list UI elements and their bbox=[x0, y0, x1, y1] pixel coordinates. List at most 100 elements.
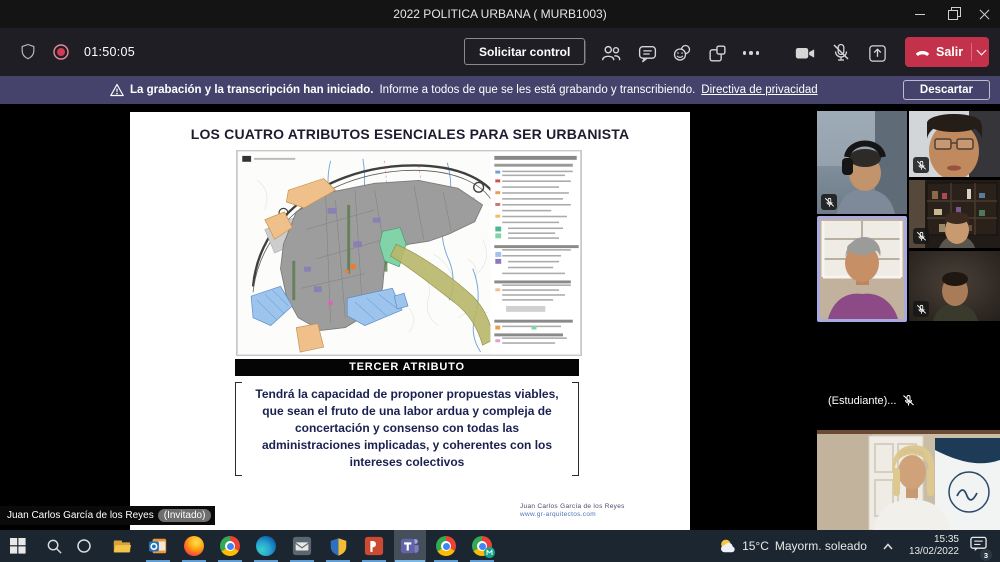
right-bracket bbox=[572, 382, 579, 476]
slide-body-block: Tendrá la capacidad de proponer propuest… bbox=[235, 382, 579, 476]
clock-time: 15:35 bbox=[909, 534, 959, 546]
chrome-button[interactable] bbox=[214, 530, 246, 562]
breakout-rooms-button[interactable] bbox=[706, 42, 728, 64]
people-icon bbox=[600, 42, 622, 64]
banner-content: La grabación y la transcripción han inic… bbox=[110, 76, 818, 104]
slide-body-text: Tendrá la capacidad de proponer propuest… bbox=[247, 386, 567, 471]
firefox-button[interactable] bbox=[178, 530, 210, 562]
dismiss-banner-button[interactable]: Descartar bbox=[903, 80, 990, 100]
request-control-button[interactable]: Solicitar control bbox=[464, 38, 585, 65]
hidden-icons-chevron[interactable] bbox=[881, 541, 895, 552]
banner-headline: La grabación y la transcripción han inic… bbox=[130, 84, 373, 96]
chat-button[interactable] bbox=[636, 42, 658, 64]
meet-badge-icon bbox=[484, 547, 495, 558]
file-explorer-button[interactable] bbox=[106, 530, 138, 562]
powerpoint-icon bbox=[364, 536, 384, 556]
leave-label: Salir bbox=[936, 45, 963, 59]
windows-taskbar: 15°C Mayorm. soleado 15:35 13/02/2022 3 bbox=[0, 530, 1000, 562]
camera-button[interactable] bbox=[794, 42, 816, 64]
leave-button[interactable]: Salir bbox=[905, 37, 989, 67]
defender-button[interactable] bbox=[322, 530, 354, 562]
left-bracket bbox=[235, 382, 242, 476]
windows-icon bbox=[10, 538, 26, 554]
chrome-icon bbox=[220, 536, 240, 556]
meeting-timer: 01:50:05 bbox=[84, 45, 135, 59]
edge-button[interactable] bbox=[250, 530, 282, 562]
video-tile-participant-3[interactable] bbox=[909, 180, 1000, 248]
breakout-rooms-icon bbox=[707, 43, 728, 64]
student-label: (Estudiante)... bbox=[828, 395, 896, 407]
reactions-icon bbox=[671, 42, 693, 64]
active-speaker-video bbox=[820, 219, 904, 319]
recording-banner: La grabación y la transcripción han inic… bbox=[0, 76, 1000, 104]
teams-button-active[interactable] bbox=[394, 530, 426, 562]
cortana-button[interactable] bbox=[68, 530, 100, 562]
close-button[interactable] bbox=[968, 0, 1000, 28]
mail-button[interactable] bbox=[286, 530, 318, 562]
action-center-button[interactable]: 3 bbox=[969, 535, 988, 557]
start-button[interactable] bbox=[2, 530, 34, 562]
system-tray: 15°C Mayorm. soleado 15:35 13/02/2022 3 bbox=[718, 530, 1000, 562]
defender-shield-icon bbox=[329, 537, 348, 556]
mic-off-icon bbox=[830, 42, 852, 64]
search-button[interactable] bbox=[38, 530, 70, 562]
presenter-name: Juan Carlos García de los Reyes bbox=[7, 510, 154, 521]
meet-button[interactable] bbox=[466, 530, 498, 562]
edge-icon bbox=[256, 536, 276, 556]
window-titlebar: 2022 POLITICA URBANA ( MURB1003) bbox=[0, 0, 1000, 28]
teams-meeting-window: 2022 POLITICA URBANA ( MURB1003) 01:50:0… bbox=[0, 0, 1000, 562]
recording-indicator-icon bbox=[52, 43, 70, 61]
presenter-name-tag: Juan Carlos García de los Reyes (Invitad… bbox=[0, 506, 215, 525]
outlook-button[interactable] bbox=[142, 530, 174, 562]
minimize-icon bbox=[915, 14, 925, 15]
window-title: 2022 POLITICA URBANA ( MURB1003) bbox=[393, 7, 606, 21]
slide-section-header: TERCER ATRIBUTO bbox=[235, 359, 579, 376]
urban-plan-map-graphic bbox=[237, 151, 581, 355]
video-tile-participant-5[interactable] bbox=[817, 430, 1000, 530]
powerpoint-button[interactable] bbox=[358, 530, 390, 562]
participant-1-muted-icon bbox=[821, 194, 837, 210]
leave-options-chevron-icon[interactable] bbox=[977, 46, 987, 56]
outlook-icon bbox=[148, 536, 168, 556]
search-icon bbox=[46, 538, 63, 555]
more-dots-icon bbox=[743, 51, 760, 55]
reactions-button[interactable] bbox=[671, 42, 693, 64]
weather-temperature[interactable]: 15°C bbox=[742, 539, 769, 553]
weather-icon[interactable] bbox=[718, 537, 736, 555]
microphone-muted-button[interactable] bbox=[830, 42, 852, 64]
meeting-stage: LOS CUATRO ATRIBUTOS ESENCIALES PARA SER… bbox=[0, 104, 1000, 530]
taskbar-clock[interactable]: 15:35 13/02/2022 bbox=[909, 534, 959, 558]
file-explorer-icon bbox=[112, 536, 132, 556]
more-actions-button[interactable] bbox=[740, 42, 762, 64]
window-controls bbox=[904, 0, 1000, 28]
chat-icon bbox=[637, 43, 658, 64]
slide-credit-url: www.gr-arquitectos.com bbox=[520, 511, 670, 519]
presenter-role-badge: (Invitado) bbox=[158, 509, 212, 522]
meeting-toolbar: 01:50:05 Solicitar control bbox=[0, 28, 1000, 76]
video-tile-participant-4[interactable] bbox=[909, 251, 1000, 321]
participant-2-muted-icon bbox=[913, 157, 929, 173]
student-muted-icon bbox=[902, 394, 915, 407]
toolbar-left-group: 01:50:05 bbox=[18, 42, 135, 62]
share-screen-icon bbox=[867, 43, 888, 64]
video-tile-participant-1[interactable] bbox=[817, 111, 907, 214]
restore-button[interactable] bbox=[936, 0, 968, 28]
share-button[interactable] bbox=[866, 42, 888, 64]
slide-credit: Juan Carlos García de los Reyes www.gr-a… bbox=[520, 503, 670, 519]
video-tile-participant-2[interactable] bbox=[909, 111, 1000, 177]
leave-divider bbox=[971, 43, 972, 61]
weather-condition[interactable]: Mayorm. soleado bbox=[775, 539, 867, 553]
urban-plan-map bbox=[236, 150, 582, 356]
slide-title: LOS CUATRO ATRIBUTOS ESENCIALES PARA SER… bbox=[130, 126, 690, 142]
cortana-icon bbox=[76, 538, 92, 554]
teams-icon bbox=[400, 536, 420, 556]
participant-4-muted-icon bbox=[913, 301, 929, 317]
minimize-button[interactable] bbox=[904, 0, 936, 28]
camera-icon bbox=[794, 42, 816, 65]
chrome-profile2-button[interactable] bbox=[430, 530, 462, 562]
participants-button[interactable] bbox=[600, 42, 622, 64]
clock-date: 13/02/2022 bbox=[909, 546, 959, 558]
warning-icon bbox=[110, 83, 124, 97]
privacy-policy-link[interactable]: Directiva de privacidad bbox=[701, 84, 817, 96]
video-tile-active-speaker[interactable] bbox=[817, 216, 907, 322]
